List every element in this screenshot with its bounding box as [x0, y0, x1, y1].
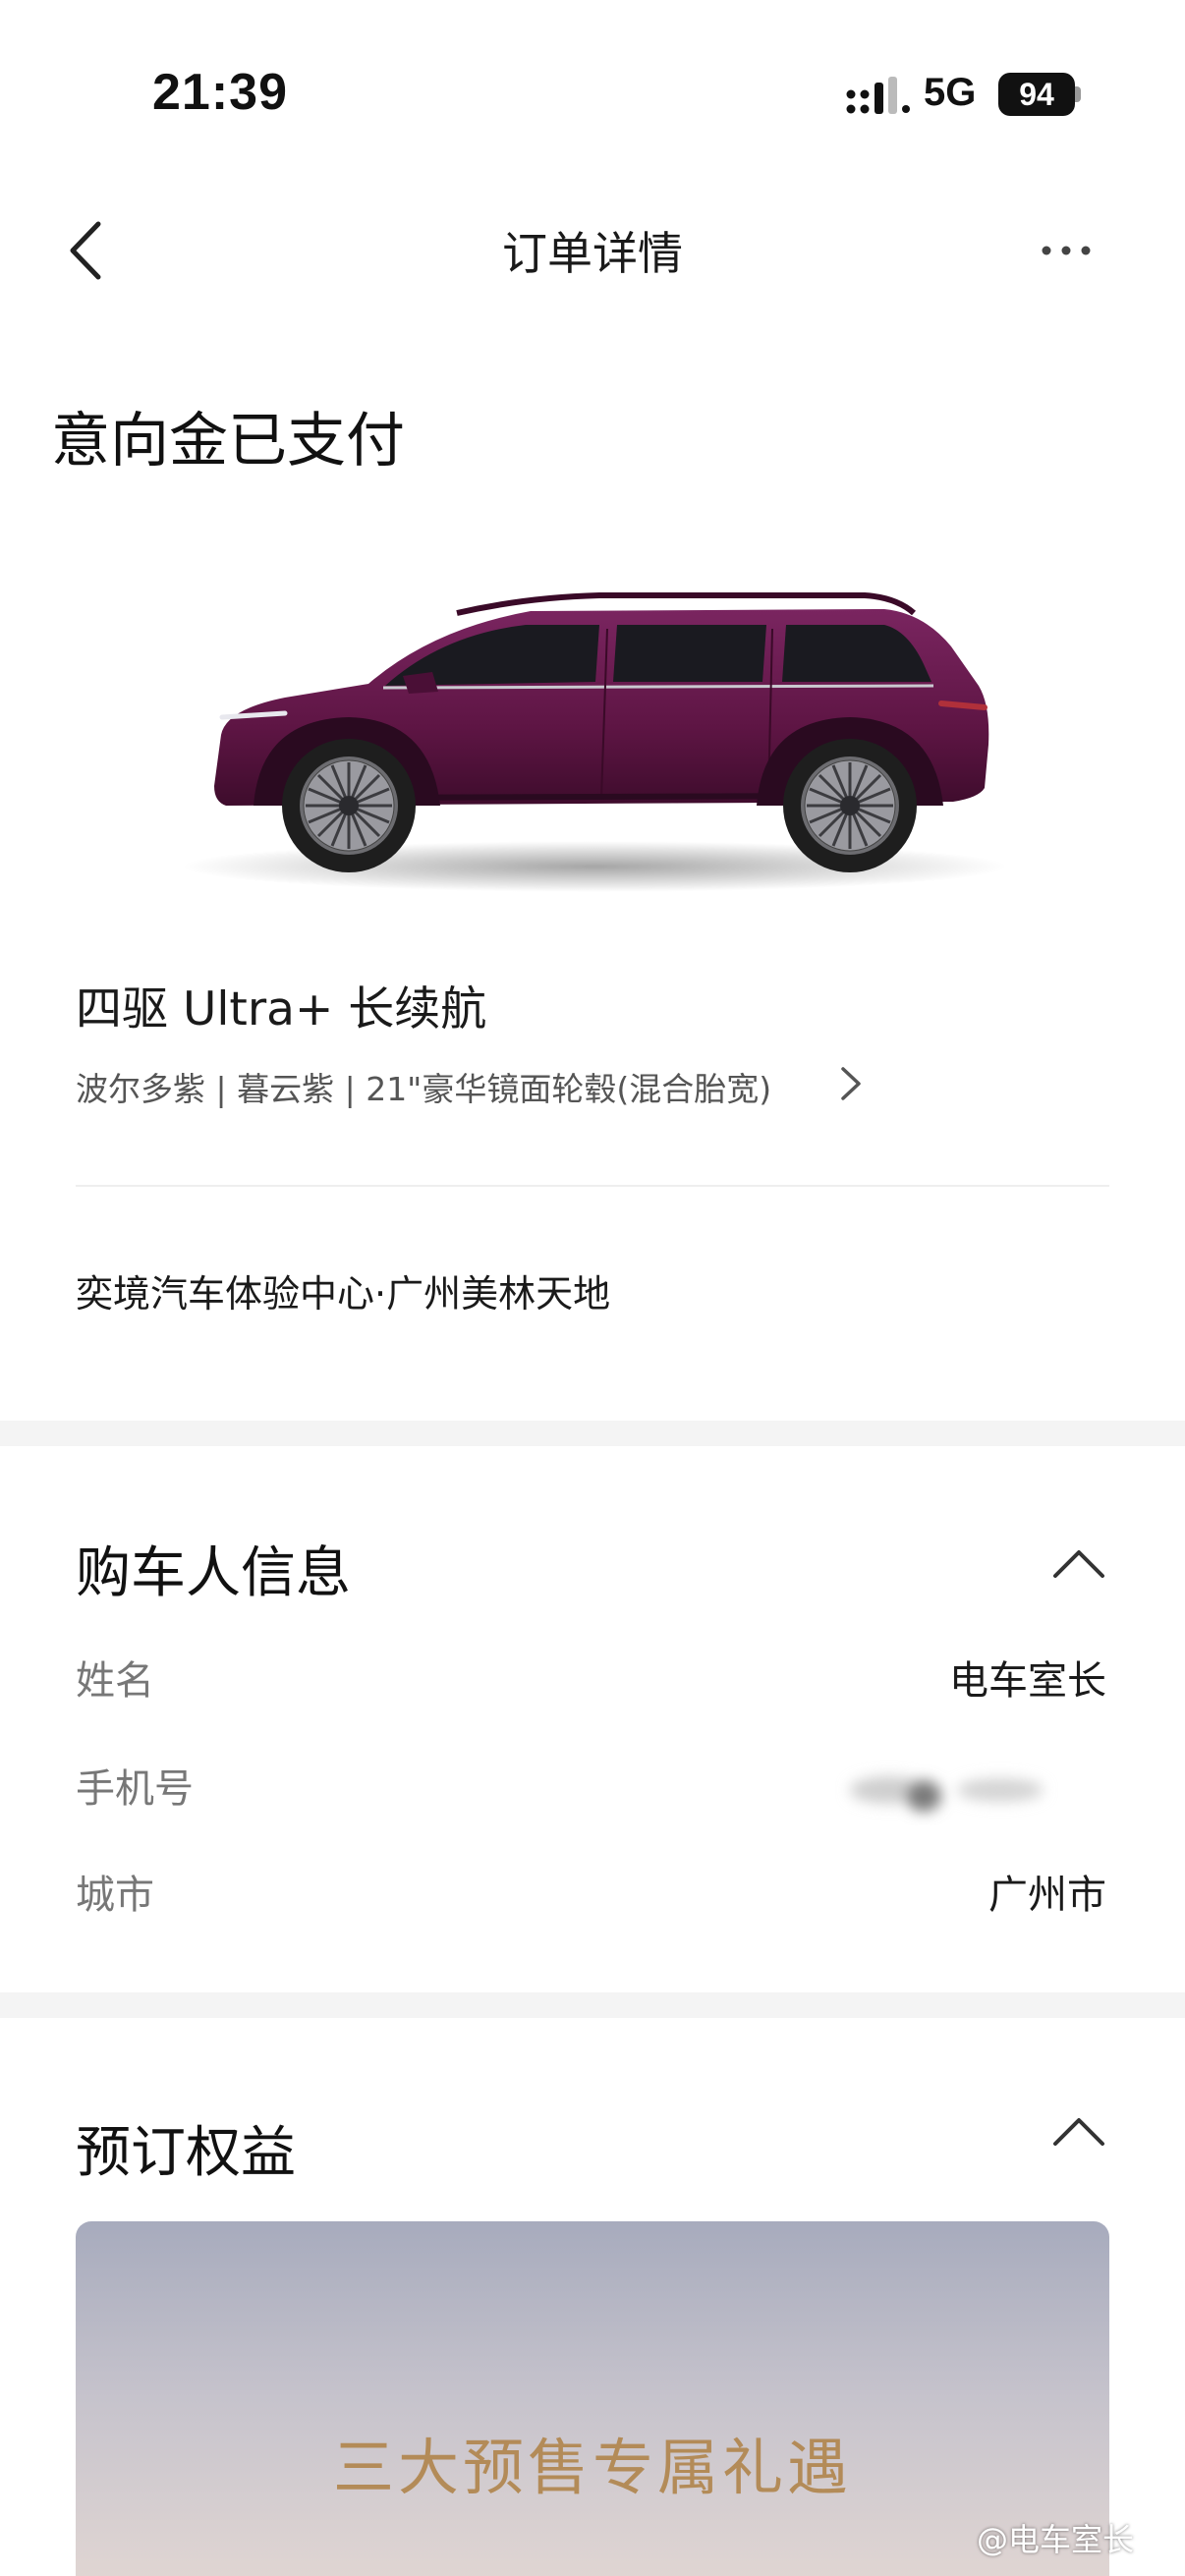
- status-time: 21:39: [152, 64, 288, 121]
- network-type: 5G: [924, 71, 977, 114]
- car-image: [182, 592, 1007, 892]
- phone-label: 手机号: [76, 1766, 194, 1812]
- battery-tip: [1075, 86, 1081, 102]
- benefits-title: 预订权益: [76, 2121, 296, 2185]
- divider: [76, 1185, 1109, 1187]
- car-model: 四驱 Ultra+ 长续航: [76, 982, 487, 1036]
- nav-bar: 订单详情: [0, 177, 1185, 324]
- chevron-up-icon[interactable]: [1049, 1544, 1108, 1584]
- blurred-phone-value: [850, 1776, 1044, 1812]
- order-summary-card: 意向金已支付 四驱 Ultra+ 长续航 波尔多紫 | 暮云紫 | 21"豪华镜…: [0, 324, 1185, 1421]
- page-title: 订单详情: [502, 227, 683, 280]
- car-configuration[interactable]: 波尔多紫 | 暮云紫 | 21"豪华镜面轮毂(混合胎宽): [76, 1063, 771, 1110]
- watermark: @电车室长: [977, 2521, 1135, 2558]
- city-label: 城市: [76, 1873, 154, 1918]
- more-horizontal-icon[interactable]: [1037, 231, 1096, 270]
- store-location: 奕境汽车体验中心·广州美林天地: [76, 1272, 611, 1316]
- battery-indicator: 94: [998, 73, 1075, 116]
- buyer-info-card: 购车人信息 姓名 电车室长 手机号 城市 广州市: [0, 1446, 1185, 1992]
- signal-icon: [846, 77, 910, 114]
- order-detail-screen: 21:39 5G 94 订单详情 意向金已支付 四驱 Ultra+ 长续航 波尔…: [0, 0, 1185, 2576]
- name-label: 姓名: [76, 1658, 154, 1704]
- city-value: 广州市: [988, 1873, 1106, 1918]
- chevron-up-icon[interactable]: [1049, 2112, 1108, 2152]
- chevron-right-icon[interactable]: [837, 1063, 865, 1104]
- buyer-info-title: 购车人信息: [76, 1541, 351, 1605]
- status-bar: 21:39 5G 94: [0, 0, 1185, 177]
- benefits-banner-text: 三大预售专属礼遇: [332, 2432, 852, 2503]
- rear-wheel: [783, 739, 917, 872]
- name-value: 电车室长: [949, 1658, 1106, 1704]
- benefits-banner[interactable]: 三大预售专属礼遇: [76, 2221, 1109, 2576]
- front-wheel: [282, 739, 416, 872]
- order-status-title: 意向金已支付: [51, 407, 405, 476]
- reservation-benefits-card: 预订权益 三大预售专属礼遇: [0, 2018, 1185, 2576]
